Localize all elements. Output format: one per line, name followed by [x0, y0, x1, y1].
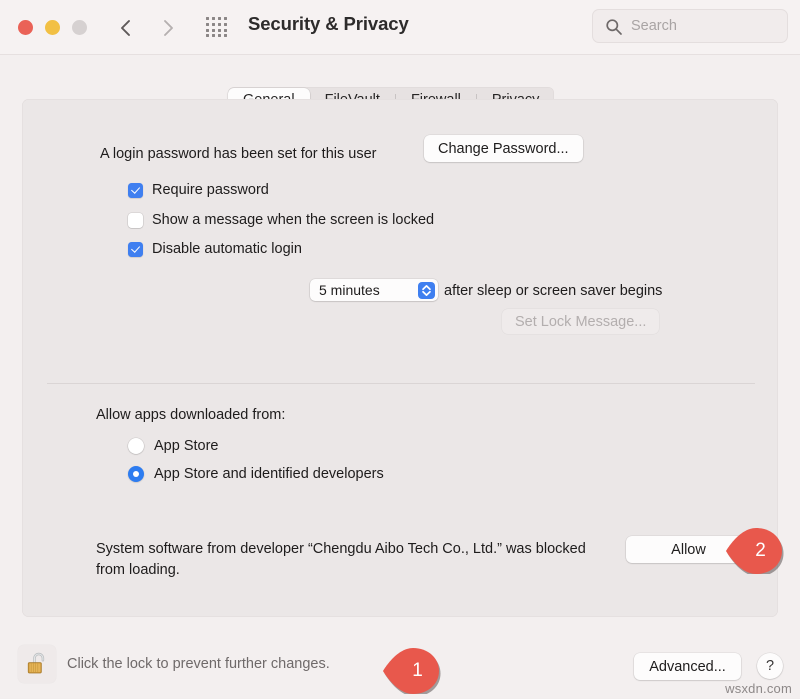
- section-divider: [47, 383, 755, 384]
- chevron-updown-icon[interactable]: [418, 281, 435, 299]
- require-password-interval-select[interactable]: 5 minutes: [310, 279, 438, 301]
- allow-apps-option-identified-developers[interactable]: App Store and identified developers: [128, 464, 384, 484]
- set-lock-message-button: Set Lock Message...: [502, 309, 660, 334]
- require-password-checkbox[interactable]: [128, 182, 143, 198]
- show-lock-message-row[interactable]: Show a message when the screen is locked: [128, 210, 434, 230]
- require-password-interval-value: 5 minutes: [319, 282, 380, 298]
- help-button[interactable]: ?: [757, 653, 783, 679]
- require-password-suffix-label: after sleep or screen saver begins: [444, 283, 663, 299]
- require-password-row[interactable]: Require password: [128, 180, 269, 200]
- annotation-badge-1: 1: [380, 648, 442, 697]
- security-privacy-window: Security & Privacy Search General FileVa…: [0, 0, 800, 698]
- annotation-badge-2-number: 2: [755, 540, 766, 561]
- search-icon: [605, 18, 623, 41]
- lock-hint-text: Click the lock to prevent further change…: [67, 656, 330, 672]
- minimize-window-button[interactable]: [45, 20, 60, 35]
- back-arrow-icon[interactable]: [113, 14, 139, 42]
- search-input[interactable]: Search: [592, 9, 788, 43]
- radio-app-store[interactable]: [128, 438, 144, 454]
- unlocked-padlock-icon: [26, 650, 49, 683]
- allow-apps-heading: Allow apps downloaded from:: [96, 407, 286, 423]
- change-password-button[interactable]: Change Password...: [424, 135, 583, 162]
- radio-app-store-label: App Store: [154, 438, 219, 454]
- blocked-software-message: System software from developer “Chengdu …: [96, 541, 586, 578]
- annotation-badge-2: 2: [723, 528, 785, 577]
- lock-toggle-button[interactable]: [18, 645, 56, 683]
- search-placeholder: Search: [631, 18, 677, 34]
- disable-automatic-login-label: Disable automatic login: [152, 241, 302, 257]
- general-settings-panel: A login password has been set for this u…: [22, 99, 778, 617]
- show-lock-message-checkbox[interactable]: [128, 212, 143, 228]
- login-password-status-text: A login password has been set for this u…: [100, 146, 377, 162]
- page-title: Security & Privacy: [248, 13, 409, 34]
- close-window-button[interactable]: [18, 20, 33, 35]
- disable-automatic-login-checkbox[interactable]: [128, 241, 143, 257]
- maximize-window-button[interactable]: [72, 20, 87, 35]
- require-password-label: Require password: [152, 182, 269, 198]
- radio-app-store-and-identified-developers-label: App Store and identified developers: [154, 466, 384, 482]
- disable-automatic-login-row[interactable]: Disable automatic login: [128, 239, 302, 259]
- show-lock-message-label: Show a message when the screen is locked: [152, 212, 435, 228]
- radio-app-store-and-identified-developers[interactable]: [128, 466, 144, 482]
- allow-apps-option-app-store[interactable]: App Store: [128, 436, 219, 456]
- advanced-button[interactable]: Advanced...: [634, 653, 741, 680]
- annotation-badge-1-number: 1: [412, 660, 423, 681]
- window-titlebar: Security & Privacy Search: [0, 0, 800, 55]
- show-all-grid-icon[interactable]: [206, 17, 228, 38]
- watermark-text: wsxdn.com: [725, 681, 792, 696]
- forward-arrow-icon[interactable]: [155, 14, 181, 42]
